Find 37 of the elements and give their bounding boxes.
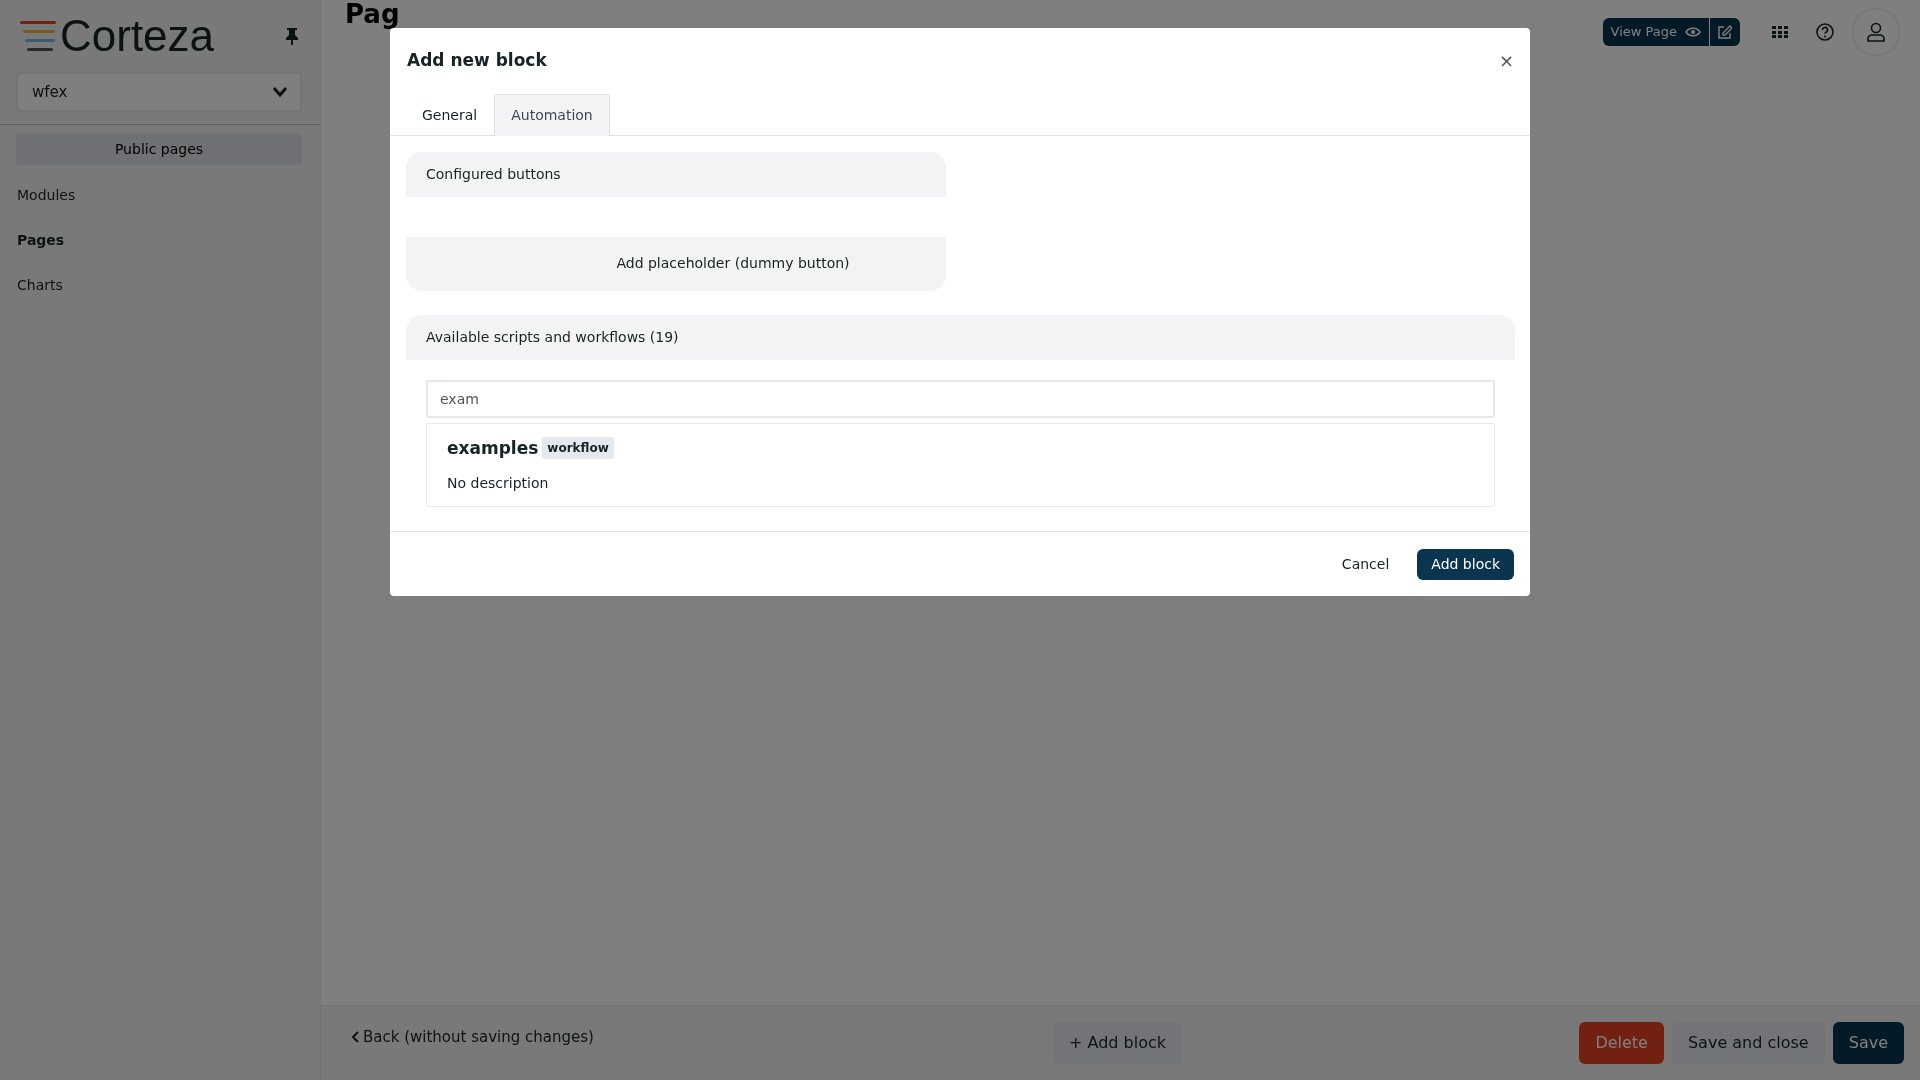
logo-text: Corteza	[60, 14, 215, 58]
tab[interactable]: Automation	[494, 93, 610, 136]
add-block-button[interactable]: + Add block	[1053, 1022, 1182, 1064]
add-block-button[interactable]: Add block	[1417, 549, 1514, 580]
logo-icon	[20, 19, 56, 53]
type-tag: workflow	[542, 437, 614, 460]
eye-icon	[1685, 26, 1701, 38]
page-title: Pag	[345, 1, 400, 27]
chevron-down-icon	[272, 86, 288, 98]
help-icon[interactable]	[1816, 23, 1834, 41]
tab[interactable]: General	[405, 93, 495, 136]
panel-header: Configured buttons	[406, 151, 946, 197]
sidebar-item[interactable]: Pages	[0, 218, 320, 263]
edit-button[interactable]	[1710, 18, 1740, 46]
namespace-select[interactable]: wfex	[16, 72, 302, 112]
apps-grid-icon[interactable]	[1772, 26, 1788, 38]
save-button[interactable]: Save	[1832, 1022, 1904, 1064]
result-description: No description	[447, 474, 550, 493]
result-card[interactable]: examples workflow No description	[426, 422, 1495, 507]
chevron-left-icon	[351, 1031, 359, 1043]
user-icon	[1867, 22, 1885, 42]
panel-header: Available scripts and workflows (19)	[406, 314, 1515, 360]
view-page-button[interactable]: View Page	[1602, 18, 1709, 46]
save-and-close-button[interactable]: Save and close	[1671, 1022, 1825, 1064]
add-placeholder-button[interactable]: Add placeholder (dummy button)	[406, 236, 946, 291]
edit-icon	[1718, 25, 1732, 39]
cancel-button[interactable]: Cancel	[1329, 548, 1402, 581]
close-button[interactable]: ×	[1498, 51, 1514, 70]
section-button[interactable]: Public pages	[16, 133, 302, 165]
pin-icon	[286, 27, 298, 45]
modal-title: Add new block	[407, 49, 547, 72]
result-name: examples	[447, 436, 539, 460]
search-field[interactable]: exam	[426, 379, 1495, 418]
back-link[interactable]: Back (without saving changes)	[351, 1025, 771, 1049]
sidebar-item[interactable]: Modules	[0, 173, 320, 218]
delete-button[interactable]: Delete	[1579, 1022, 1664, 1064]
sidebar-item[interactable]: Charts	[0, 263, 320, 308]
